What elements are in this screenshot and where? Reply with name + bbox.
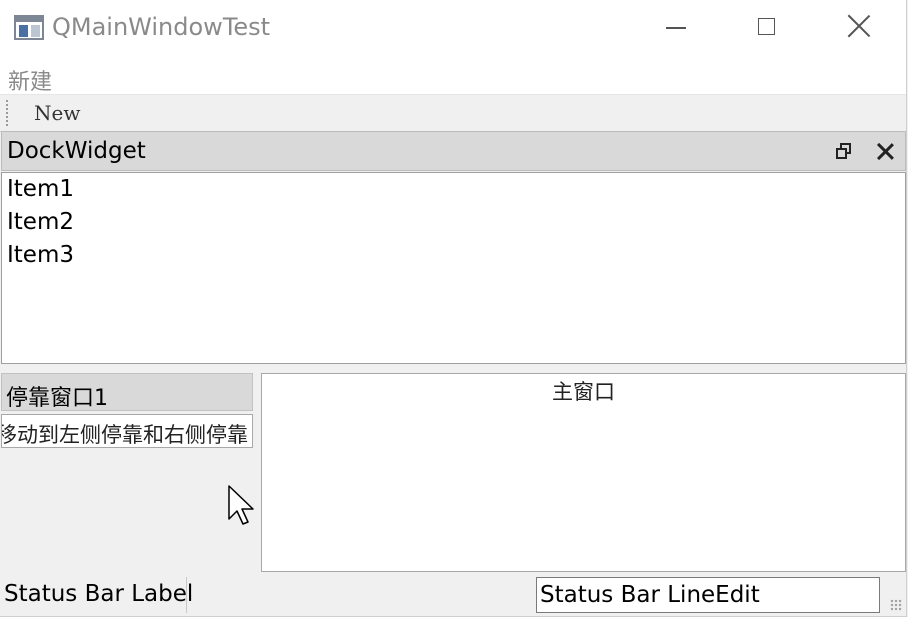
minimize-icon xyxy=(666,27,686,29)
dock-title-bar[interactable]: DockWidget xyxy=(1,131,906,171)
left-dock-title-bar[interactable]: 停靠窗口1 xyxy=(1,373,253,411)
dock-float-button[interactable] xyxy=(835,142,853,160)
main-window: QMainWindowTest 新建 New DockWidget Item1 … xyxy=(0,0,907,617)
mouse-cursor-icon xyxy=(228,485,254,525)
central-widget: 主窗口 xyxy=(261,373,906,572)
left-dock-content-label: 可移动到左侧停靠和右侧停靠 xyxy=(1,423,248,447)
status-bar-label: Status Bar Label xyxy=(4,581,194,607)
dock-widget-top: DockWidget Item1 Item2 Item3 xyxy=(1,131,906,364)
maximize-button[interactable] xyxy=(722,0,814,56)
dock-title: DockWidget xyxy=(7,138,146,164)
left-dock-title: 停靠窗口1 xyxy=(6,386,108,411)
size-grip-icon[interactable] xyxy=(890,599,902,611)
window-title: QMainWindowTest xyxy=(52,13,271,41)
minimize-button[interactable] xyxy=(630,0,722,56)
status-bar: Status Bar Label Status Bar LineEdit xyxy=(0,575,906,616)
list-item[interactable]: Item1 xyxy=(7,176,74,202)
tool-bar: New xyxy=(0,94,906,132)
app-window-icon xyxy=(14,15,44,40)
list-item[interactable]: Item3 xyxy=(7,242,74,268)
menu-item-new[interactable]: 新建 xyxy=(8,64,52,96)
dock-list[interactable]: Item1 Item2 Item3 xyxy=(1,172,906,364)
close-button[interactable] xyxy=(814,0,906,56)
restore-icon-back xyxy=(836,148,847,159)
dock-widget-left: 停靠窗口1 可移动到左侧停靠和右侧停靠 xyxy=(1,373,253,571)
status-bar-lineedit[interactable]: Status Bar LineEdit xyxy=(536,577,880,613)
dock-close-button[interactable] xyxy=(876,142,894,160)
status-bar-lineedit-text: Status Bar LineEdit xyxy=(540,582,760,608)
toolbar-action-new[interactable]: New xyxy=(34,101,80,125)
close-icon xyxy=(848,15,870,37)
title-bar[interactable]: QMainWindowTest xyxy=(0,0,906,56)
list-item[interactable]: Item2 xyxy=(7,209,74,235)
menu-bar: 新建 xyxy=(0,56,906,96)
status-separator xyxy=(186,577,187,613)
toolbar-handle[interactable] xyxy=(6,100,8,126)
central-label: 主窗口 xyxy=(552,380,615,404)
left-dock-content: 可移动到左侧停靠和右侧停靠 xyxy=(1,414,253,448)
maximize-icon xyxy=(758,18,775,35)
